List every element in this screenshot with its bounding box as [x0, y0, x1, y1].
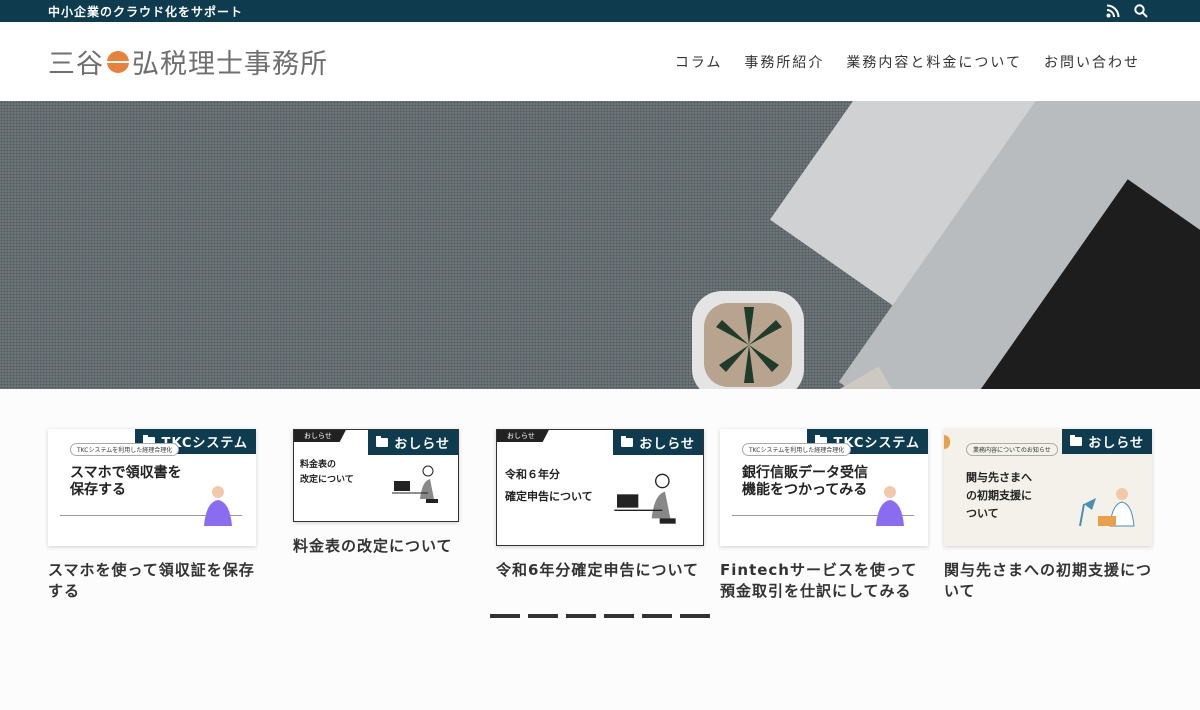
post-thumbnail[interactable]: おしらせ おしらせ 令和６年分 確定申告について: [496, 429, 704, 546]
thumbnail-tag: 業務内容についてのお知らせ: [966, 443, 1058, 456]
logo-text-left: 三谷: [48, 49, 104, 80]
category-badge: おしらせ: [368, 430, 458, 455]
nav-item-services[interactable]: 業務内容と料金について: [846, 52, 1022, 72]
post-card[interactable]: おしらせ 業務内容についてのお知らせ 関与先さまへ の初期支援に ついて 関与先…: [944, 429, 1152, 602]
carousel-pagination: [490, 614, 710, 618]
succulent-icon: [716, 307, 782, 383]
thumbnail-headline: 関与先さまへ の初期支援に ついて: [966, 471, 1032, 520]
thumbnail-tag: おしらせ: [294, 430, 346, 442]
person-illustration-icon: [204, 486, 232, 526]
category-label: おしらせ: [1088, 436, 1144, 451]
thumbnail-headline: 銀行信販データ受信 機能をつかってみる: [742, 465, 868, 498]
post-card[interactable]: おしらせ おしらせ 令和６年分 確定申告について 令和6年分確定申告について: [496, 429, 704, 581]
category-badge: おしらせ: [1062, 429, 1152, 454]
carousel-dot[interactable]: [604, 614, 634, 618]
hero-image: [0, 101, 1200, 389]
thumbnail-tag: おしらせ: [497, 430, 549, 442]
desk-illustration-icon: [614, 473, 676, 524]
thumbnail-tag: TKCシステムを利用した経理合理化: [742, 443, 852, 456]
logo-text-right: 弘税理士事務所: [132, 49, 328, 80]
post-title[interactable]: Fintechサービスを使って預金取引を仕訳にしてみる: [720, 560, 928, 602]
folder-icon: [1070, 435, 1083, 446]
thumbnail-headline: 令和６年分 確定申告について: [505, 468, 593, 503]
lamp-desk-illustration-icon: [1079, 488, 1135, 527]
post-thumbnail[interactable]: TKCシステム TKCシステムを利用した経理合理化 銀行信販データ受信 機能をつ…: [720, 429, 928, 546]
search-icon[interactable]: [1134, 4, 1148, 18]
post-carousel: TKCシステム TKCシステムを利用した経理合理化 スマホで領収書を 保存する …: [0, 389, 1200, 710]
post-title[interactable]: 令和6年分確定申告について: [496, 560, 704, 581]
rss-icon[interactable]: [1106, 4, 1120, 18]
accent-mark: [944, 435, 950, 449]
carousel-dot[interactable]: [490, 614, 520, 618]
post-title[interactable]: スマホを使って領収証を保存する: [48, 560, 256, 602]
site-logo[interactable]: 三谷 弘税理士事務所: [48, 42, 328, 81]
post-title[interactable]: 関与先さまへの初期支援について: [944, 560, 1152, 602]
tagline: 中小企業のクラウド化をサポート: [48, 4, 244, 19]
desk-illustration-icon: [392, 465, 438, 503]
nav-item-column[interactable]: コラム: [675, 52, 723, 72]
main-nav: コラム 事務所紹介 業務内容と料金について お問い合わせ: [675, 52, 1140, 72]
carousel-dot[interactable]: [566, 614, 596, 618]
post-card[interactable]: TKCシステム TKCシステムを利用した経理合理化 スマホで領収書を 保存する …: [48, 429, 256, 602]
person-illustration-icon: [876, 486, 904, 526]
category-label: おしらせ: [639, 437, 695, 452]
top-bar: 中小企業のクラウド化をサポート: [0, 0, 1200, 22]
post-thumbnail[interactable]: TKCシステム TKCシステムを利用した経理合理化 スマホで領収書を 保存する: [48, 429, 256, 546]
folder-icon: [376, 436, 389, 447]
nav-item-contact[interactable]: お問い合わせ: [1044, 52, 1140, 72]
logo-mark-icon: [105, 50, 131, 73]
folder-icon: [621, 436, 634, 447]
thumbnail-tag: TKCシステムを利用した経理合理化: [70, 443, 180, 456]
thumbnail-headline: スマホで領収書を 保存する: [70, 465, 182, 498]
post-thumbnail[interactable]: おしらせ おしらせ 料金表の 改定について: [293, 429, 459, 522]
carousel-dot[interactable]: [642, 614, 672, 618]
carousel-dot[interactable]: [528, 614, 558, 618]
site-header: 三谷 弘税理士事務所 コラム 事務所紹介 業務内容と料金について お問い合わせ: [0, 22, 1200, 101]
category-label: おしらせ: [394, 437, 450, 452]
post-title[interactable]: 料金表の改定について: [293, 536, 459, 557]
thumbnail-headline: 料金表の 改定について: [300, 460, 354, 485]
carousel-dot[interactable]: [680, 614, 710, 618]
category-badge: おしらせ: [613, 430, 703, 455]
post-thumbnail[interactable]: おしらせ 業務内容についてのお知らせ 関与先さまへ の初期支援に ついて: [944, 429, 1152, 546]
nav-item-about[interactable]: 事務所紹介: [744, 52, 824, 72]
post-card[interactable]: おしらせ おしらせ 料金表の 改定について 料金表の改定について: [293, 429, 459, 557]
post-card[interactable]: TKCシステム TKCシステムを利用した経理合理化 銀行信販データ受信 機能をつ…: [720, 429, 928, 602]
